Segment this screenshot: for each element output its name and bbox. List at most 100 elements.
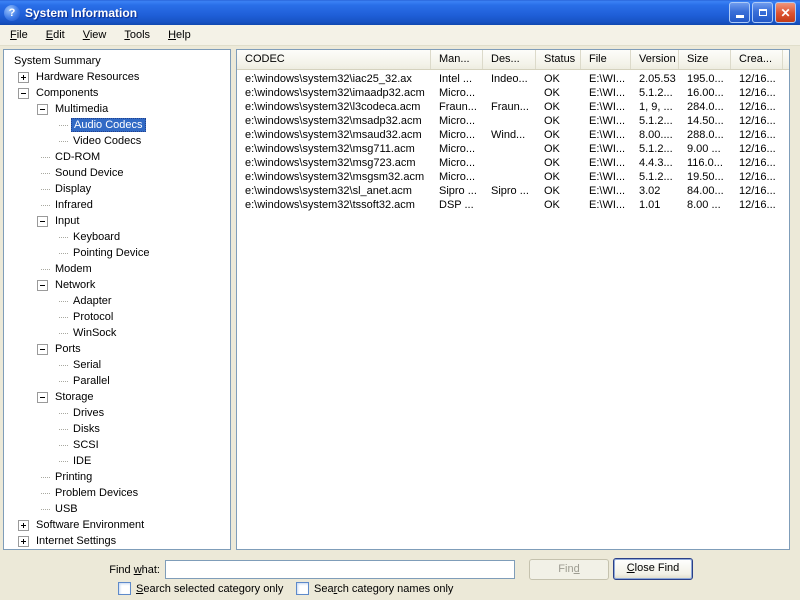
column-header-man[interactable]: Man... — [431, 50, 483, 69]
tree-item-pointing-device[interactable]: Pointing Device — [4, 245, 230, 261]
tree-item-system-summary[interactable]: System Summary — [4, 53, 230, 69]
collapse-minus-icon[interactable] — [37, 280, 48, 291]
tree-item-infrared[interactable]: Infrared — [4, 197, 230, 213]
tree-item-parallel[interactable]: Parallel — [4, 373, 230, 389]
menu-help[interactable]: Help — [159, 26, 200, 44]
tree-item-input[interactable]: Input — [4, 213, 230, 229]
table-row[interactable]: e:\windows\system32\msgsm32.acm Micro... O… — [237, 170, 789, 184]
column-header-status[interactable]: Status — [536, 50, 581, 69]
restore-button[interactable] — [752, 2, 773, 23]
tree-item-network[interactable]: Network — [4, 277, 230, 293]
tree-connector — [41, 189, 50, 190]
tree-item-cd-rom[interactable]: CD-ROM — [4, 149, 230, 165]
cell: 8.00 ... — [687, 199, 721, 211]
tree-item-ide[interactable]: IDE — [4, 453, 230, 469]
tree-item-label: Internet Settings — [36, 535, 117, 547]
expand-plus-icon[interactable] — [18, 520, 29, 531]
table-row[interactable]: e:\windows\system32\msadp32.acm Micro... O… — [237, 114, 789, 128]
tree-item-keyboard[interactable]: Keyboard — [4, 229, 230, 245]
column-header-version[interactable]: Version — [631, 50, 679, 69]
tree-connector — [59, 445, 68, 446]
tree-item-components[interactable]: Components — [4, 85, 230, 101]
tree-item-display[interactable]: Display — [4, 181, 230, 197]
cell: OK — [544, 171, 560, 183]
cell: 5.1.2... — [639, 87, 673, 99]
tree-item-label: Adapter — [73, 295, 112, 307]
tree-item-ports[interactable]: Ports — [4, 341, 230, 357]
cell: DSP ... — [439, 199, 474, 211]
cell: e:\windows\system32\msg711.acm — [245, 143, 415, 155]
cell: 12/16... — [739, 87, 776, 99]
tree-connector — [59, 317, 68, 318]
tree-item-label: Problem Devices — [55, 487, 139, 499]
minimize-button[interactable] — [729, 2, 750, 23]
tree-item-label: Storage — [55, 391, 94, 403]
tree-item-modem[interactable]: Modem — [4, 261, 230, 277]
column-header-crea[interactable]: Crea... — [731, 50, 783, 69]
column-header-size[interactable]: Size — [679, 50, 731, 69]
tree-item-storage[interactable]: Storage — [4, 389, 230, 405]
search-category-names-checkbox[interactable] — [296, 582, 309, 595]
cell: Micro... — [439, 115, 476, 127]
expand-plus-icon[interactable] — [18, 72, 29, 83]
window-title: System Information — [25, 5, 138, 20]
tree-item-usb[interactable]: USB — [4, 501, 230, 517]
expand-plus-icon[interactable] — [18, 536, 29, 547]
column-header-des[interactable]: Des... — [483, 50, 536, 69]
menu-view[interactable]: View — [74, 26, 116, 44]
table-row[interactable]: e:\windows\system32\imaadp32.acm Micro...… — [237, 86, 789, 100]
tree-item-problem-devices[interactable]: Problem Devices — [4, 485, 230, 501]
close-find-button[interactable]: Close Find — [613, 558, 693, 580]
tree-connector — [41, 173, 50, 174]
tree-connector — [59, 461, 68, 462]
table-row[interactable]: e:\windows\system32\l3codeca.acm Fraun...… — [237, 100, 789, 114]
close-button[interactable]: ✕ — [775, 2, 796, 23]
tree-item-printing[interactable]: Printing — [4, 469, 230, 485]
collapse-minus-icon[interactable] — [37, 392, 48, 403]
cell: OK — [544, 115, 560, 127]
tree-item-audio-codecs[interactable]: Audio Codecs — [4, 117, 230, 133]
collapse-minus-icon[interactable] — [37, 216, 48, 227]
menu-edit[interactable]: Edit — [37, 26, 74, 44]
tree-item-adapter[interactable]: Adapter — [4, 293, 230, 309]
tree-item-hardware-resources[interactable]: Hardware Resources — [4, 69, 230, 85]
tree-item-serial[interactable]: Serial — [4, 357, 230, 373]
tree-item-internet-settings[interactable]: Internet Settings — [4, 533, 230, 549]
search-selected-category-checkbox[interactable] — [118, 582, 131, 595]
tree-item-multimedia[interactable]: Multimedia — [4, 101, 230, 117]
cell: 1.01 — [639, 199, 661, 211]
collapse-minus-icon[interactable] — [37, 104, 48, 115]
tree-item-label: Display — [55, 183, 92, 195]
table-row[interactable]: e:\windows\system32\tssoft32.acm DSP ... O… — [237, 198, 789, 212]
cell: OK — [544, 129, 560, 141]
menu-file[interactable]: File — [1, 26, 37, 44]
search-selected-category-field: Search selected category only — [118, 582, 283, 595]
tree-item-label: CD-ROM — [55, 151, 101, 163]
collapse-minus-icon[interactable] — [37, 344, 48, 355]
find-input[interactable] — [165, 560, 515, 579]
table-row[interactable]: e:\windows\system32\msg723.acm Micro... OK… — [237, 156, 789, 170]
table-row[interactable]: e:\windows\system32\iac25_32.ax Intel ...… — [237, 72, 789, 86]
tree-item-video-codecs[interactable]: Video Codecs — [4, 133, 230, 149]
tree-item-label: SCSI — [73, 439, 99, 451]
table-row[interactable]: e:\windows\system32\msg711.acm Micro... OK… — [237, 142, 789, 156]
column-header-file[interactable]: File — [581, 50, 631, 69]
tree-item-scsi[interactable]: SCSI — [4, 437, 230, 453]
cell: e:\windows\system32\imaadp32.acm — [245, 87, 425, 99]
find-button[interactable]: Find — [529, 559, 609, 580]
tree-item-protocol[interactable]: Protocol — [4, 309, 230, 325]
table-row[interactable]: e:\windows\system32\msaud32.acm Micro... W… — [237, 128, 789, 142]
table-row[interactable]: e:\windows\system32\sl_anet.acm Sipro ...… — [237, 184, 789, 198]
tree-item-winsock[interactable]: WinSock — [4, 325, 230, 341]
tree-item-sound-device[interactable]: Sound Device — [4, 165, 230, 181]
cell: 4.4.3... — [639, 157, 673, 169]
cell: E:\WI... — [589, 143, 626, 155]
tree-item-disks[interactable]: Disks — [4, 421, 230, 437]
menu-tools[interactable]: Tools — [115, 26, 159, 44]
column-header-codec[interactable]: CODEC — [237, 50, 431, 69]
collapse-minus-icon[interactable] — [18, 88, 29, 99]
tree-item-drives[interactable]: Drives — [4, 405, 230, 421]
tree-item-label: Serial — [73, 359, 102, 371]
search-selected-category-label: Search selected category only — [136, 582, 284, 595]
tree-item-software-environment[interactable]: Software Environment — [4, 517, 230, 533]
